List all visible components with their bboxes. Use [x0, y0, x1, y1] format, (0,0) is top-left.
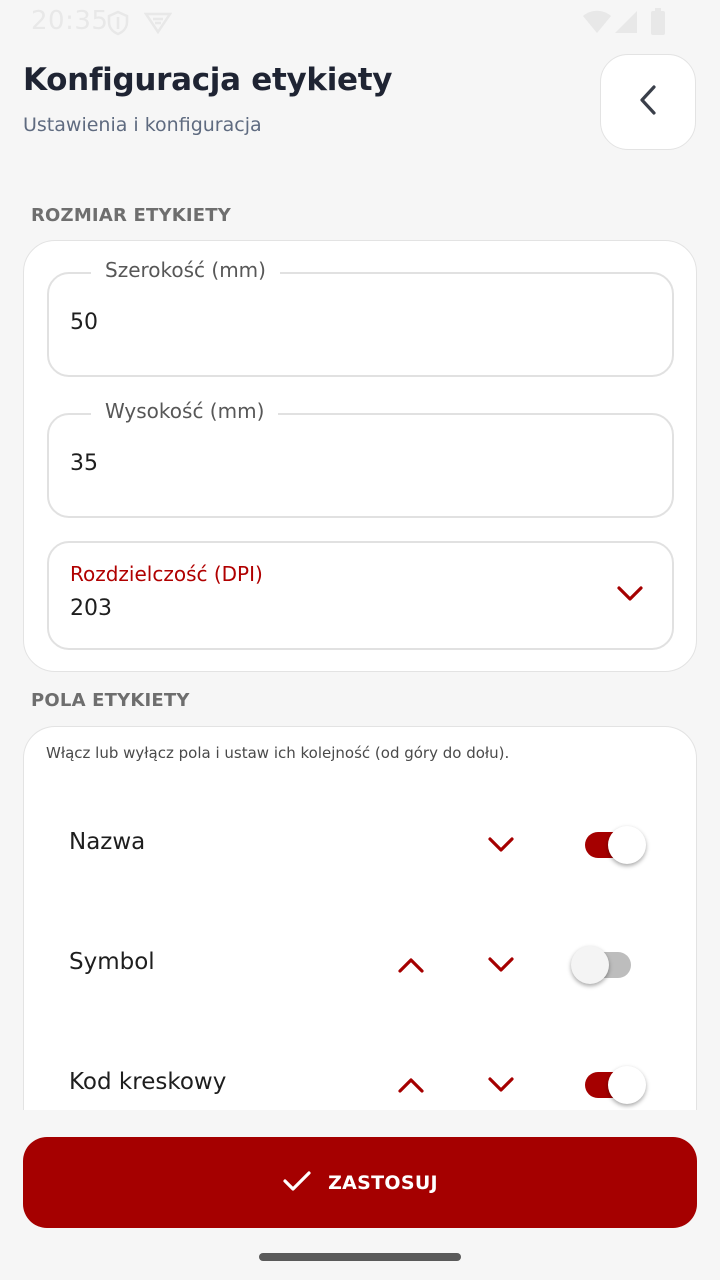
- section-label-label-fields: POLA ETYKIETY: [31, 690, 190, 711]
- width-field-label: Szerokość (mm): [91, 258, 280, 282]
- page-title: Konfiguracja etykiety: [23, 62, 393, 98]
- battery-icon: [650, 8, 666, 40]
- height-field[interactable]: Wysokość (mm) 35: [47, 399, 674, 518]
- field-row-label: Kod kreskowy: [69, 1069, 227, 1095]
- field-row-nazwa: Nazwa: [24, 805, 696, 885]
- move-down-button[interactable]: [481, 1067, 521, 1103]
- check-icon: [282, 1169, 312, 1197]
- field-row-label: Nazwa: [69, 829, 146, 855]
- move-down-button[interactable]: [481, 827, 521, 863]
- chevron-left-icon: [637, 84, 659, 120]
- resolution-select-value: 203: [70, 596, 112, 621]
- height-field-label: Wysokość (mm): [91, 399, 279, 423]
- field-row-kod-kreskowy: Kod kreskowy: [24, 1045, 696, 1110]
- vpn-icon: [143, 10, 173, 38]
- resolution-select-label: Rozdzielczość (DPI): [70, 562, 263, 586]
- switch-thumb: [571, 946, 609, 984]
- back-button[interactable]: [600, 54, 696, 150]
- apply-button-label: ZASTOSUJ: [328, 1171, 438, 1194]
- move-down-button[interactable]: [481, 947, 521, 983]
- wifi-icon: [582, 10, 612, 38]
- toggle-switch-symbol[interactable]: [570, 945, 634, 985]
- field-row-symbol: Symbol: [24, 925, 696, 1005]
- chevron-down-icon: [488, 837, 514, 852]
- status-time: 20:35: [31, 6, 109, 36]
- switch-thumb: [608, 826, 646, 864]
- label-size-card: Szerokość (mm) 50 Wysokość (mm) 35 Rozdz…: [23, 240, 697, 672]
- width-field[interactable]: Szerokość (mm) 50: [47, 258, 674, 377]
- chevron-down-icon: [488, 1077, 514, 1092]
- toggle-switch-nazwa[interactable]: [570, 825, 646, 865]
- status-bar: 20:35: [0, 0, 720, 44]
- chevron-up-icon: [398, 1078, 424, 1093]
- height-field-value[interactable]: 35: [70, 451, 98, 476]
- move-up-button[interactable]: [391, 1067, 431, 1103]
- section-label-label-size: ROZMIAR ETYKIETY: [31, 205, 231, 226]
- signal-icon: [614, 10, 638, 38]
- toggle-switch-kod-kreskowy[interactable]: [570, 1065, 646, 1105]
- chevron-down-icon: [488, 957, 514, 972]
- shield-icon: [106, 10, 130, 40]
- field-row-label: Symbol: [69, 949, 155, 975]
- chevron-down-icon[interactable]: [616, 585, 644, 607]
- label-fields-card: Włącz lub wyłącz pola i ustaw ich kolejn…: [23, 726, 697, 1110]
- resolution-select[interactable]: Rozdzielczość (DPI) 203: [47, 541, 674, 650]
- home-indicator[interactable]: [259, 1253, 461, 1261]
- page-subtitle: Ustawienia i konfiguracja: [23, 114, 262, 136]
- move-up-button[interactable]: [391, 947, 431, 983]
- chevron-up-icon: [398, 958, 424, 973]
- apply-button[interactable]: ZASTOSUJ: [23, 1137, 697, 1228]
- switch-thumb: [608, 1066, 646, 1104]
- fields-hint: Włącz lub wyłącz pola i ustaw ich kolejn…: [46, 744, 510, 762]
- width-field-value[interactable]: 50: [70, 310, 98, 335]
